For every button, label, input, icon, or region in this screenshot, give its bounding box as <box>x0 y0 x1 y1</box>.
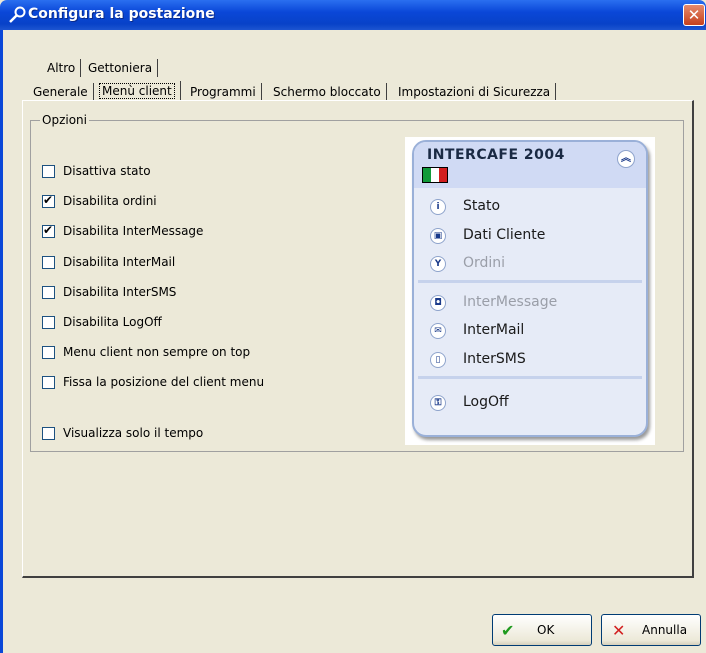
tab-label: Menù client <box>99 83 175 99</box>
mail-icon: ✉ <box>430 323 446 339</box>
window-title: Configura la postazione <box>28 6 215 22</box>
cancel-icon: ✕ <box>612 621 626 640</box>
phone-icon: ▯ <box>430 352 446 368</box>
tab-altro[interactable]: Altro <box>42 59 82 77</box>
checkbox[interactable] <box>42 286 55 299</box>
ok-label: OK <box>537 623 555 637</box>
client-menu-item-label: InterMail <box>463 322 525 338</box>
client-menu-item-label: Ordini <box>463 255 506 271</box>
collapse-icon: ︽ <box>617 150 635 168</box>
close-button[interactable]: ✕ <box>683 4 705 26</box>
tab-label: Impostazioni di Sicurezza <box>398 85 551 99</box>
client-menu-widget: INTERCAFE 2004 ︽ i Stato ▣ Dati Cliente … <box>412 140 648 437</box>
client-menu-item-label: InterSMS <box>463 351 526 367</box>
title-bar[interactable]: Configura la postazione ✕ <box>0 0 706 30</box>
tab-label: Altro <box>47 61 76 75</box>
checkbox-label: Visualizza solo il tempo <box>63 426 204 440</box>
checkbox[interactable] <box>42 316 55 329</box>
checkbox-label: Menu client non sempre on top <box>63 345 251 359</box>
tab-programmi[interactable]: Programmi <box>185 83 262 101</box>
checkbox[interactable] <box>42 376 55 389</box>
tab-gettoniera[interactable]: Gettoniera <box>83 59 159 77</box>
italian-flag-icon <box>422 167 448 183</box>
checkbox[interactable] <box>42 256 55 269</box>
option-disabilita-intersms[interactable]: Disabilita InterSMS <box>42 285 212 301</box>
client-menu-header: INTERCAFE 2004 ︽ <box>414 142 646 188</box>
checkbox[interactable] <box>42 427 55 440</box>
window-frame-left <box>0 30 3 653</box>
checkbox-label: Disabilita InterSMS <box>63 285 177 299</box>
separator <box>418 376 642 379</box>
checkbox-label: Disabilita InterMail <box>63 255 176 269</box>
client-data-icon: ▣ <box>430 228 446 244</box>
wrench-icon <box>9 6 26 23</box>
tab-generale[interactable]: Generale <box>28 83 94 101</box>
ok-button[interactable]: ✔ OK <box>492 614 592 646</box>
tab-label: Schermo bloccato <box>273 85 381 99</box>
cancel-label: Annulla <box>642 623 688 637</box>
options-group-title: Opzioni <box>40 113 89 127</box>
checkbox[interactable] <box>42 223 55 238</box>
checkbox-label: Fissa la posizione del client menu <box>63 375 265 389</box>
client-menu-item-label: Stato <box>463 198 501 214</box>
checkbox-label: Disabilita ordini <box>63 194 157 208</box>
client-menu-item-label: Dati Cliente <box>463 227 546 243</box>
option-menu-non-on-top[interactable]: Menu client non sempre on top <box>42 345 272 361</box>
orders-icon: Y <box>430 256 446 272</box>
close-icon: ✕ <box>687 6 701 24</box>
option-disabilita-ordini[interactable]: Disabilita ordini <box>42 193 182 210</box>
option-disabilita-logoff[interactable]: Disabilita LogOff <box>42 315 192 331</box>
client-menu-item-label: InterMessage <box>463 294 558 310</box>
cancel-button[interactable]: ✕ Annulla <box>601 614 701 646</box>
checkbox[interactable] <box>42 193 55 208</box>
tab-impostazioni-sicurezza[interactable]: Impostazioni di Sicurezza <box>393 83 557 101</box>
info-icon: i <box>430 199 446 215</box>
checkbox-label: Disattiva stato <box>63 164 151 178</box>
check-icon: ✔ <box>501 621 515 640</box>
tab-schermo-bloccato[interactable]: Schermo bloccato <box>268 83 387 101</box>
option-visualizza-solo-tempo[interactable]: Visualizza solo il tempo <box>42 426 232 442</box>
checkbox[interactable] <box>42 165 55 178</box>
client-menu-title: INTERCAFE 2004 <box>427 147 565 163</box>
option-disabilita-intermessage[interactable]: Disabilita InterMessage <box>42 223 222 240</box>
tab-label: Generale <box>33 85 88 99</box>
client-menu-item-label: LogOff <box>463 394 509 410</box>
option-disattiva-stato[interactable]: Disattiva stato <box>42 164 182 180</box>
message-icon: ◘ <box>430 295 446 311</box>
separator <box>418 280 642 283</box>
option-disabilita-intermail[interactable]: Disabilita InterMail <box>42 255 212 271</box>
checkbox-label: Disabilita LogOff <box>63 315 162 329</box>
client-menu-preview: INTERCAFE 2004 ︽ i Stato ▣ Dati Cliente … <box>405 137 655 445</box>
checkbox-label: Disabilita InterMessage <box>63 224 204 238</box>
key-icon: ⚿ <box>430 395 446 411</box>
option-fissa-posizione[interactable]: Fissa la posizione del client menu <box>42 375 282 391</box>
checkbox[interactable] <box>42 346 55 359</box>
tab-label: Programmi <box>190 85 256 99</box>
tab-menu-client[interactable]: Menù client <box>94 81 181 101</box>
tab-label: Gettoniera <box>88 61 153 75</box>
